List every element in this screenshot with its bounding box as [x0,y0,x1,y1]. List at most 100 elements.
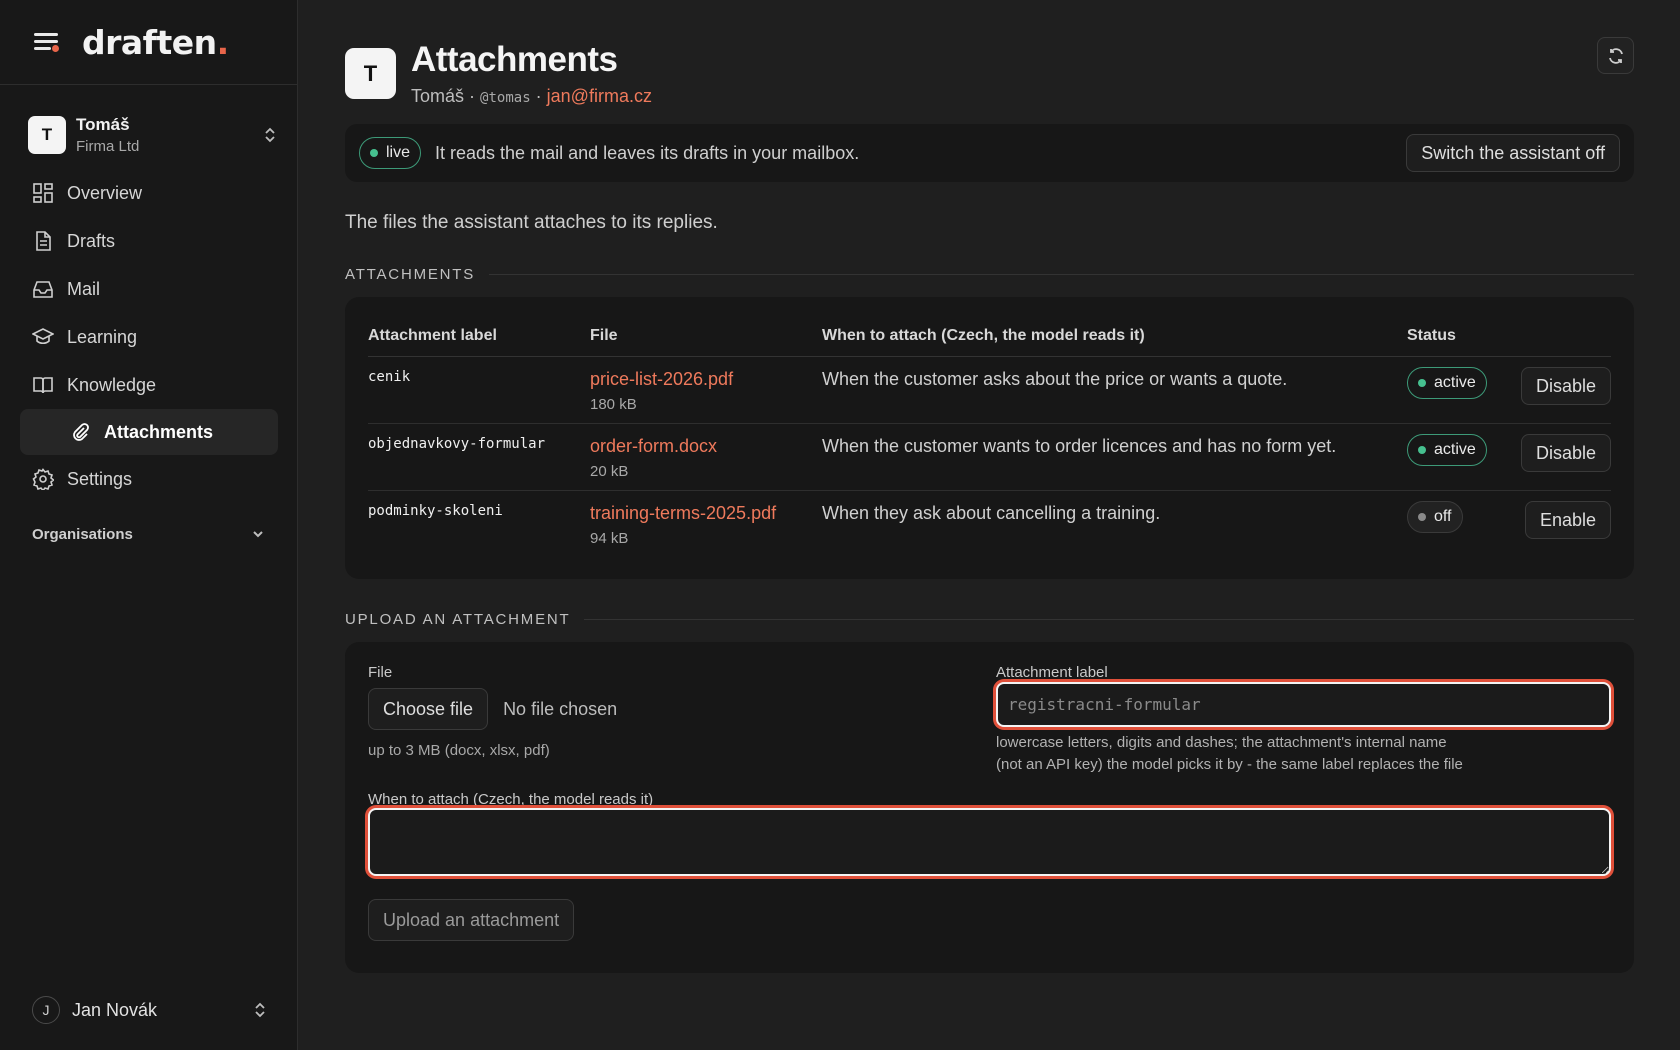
organisations-label: Organisations [32,525,133,543]
organisations-toggle[interactable]: Organisations [0,509,297,559]
grid-icon [33,183,53,203]
table-header-row: Attachment label File When to attach (Cz… [368,319,1611,357]
sidebar-item-learning[interactable]: Learning [0,313,297,361]
switch-assistant-off-button[interactable]: Switch the assistant off [1406,134,1620,172]
user-avatar: J [32,996,60,1024]
enable-button[interactable]: Enable [1524,501,1611,539]
sidebar-item-settings[interactable]: Settings [0,455,297,503]
attachment-label: podminky-skoleni [368,503,503,519]
menu-icon[interactable] [32,31,60,53]
choose-file-button[interactable]: Choose file [368,688,489,730]
meta-email-link[interactable]: jan@firma.cz [547,86,652,106]
status-dot-icon [1418,379,1426,387]
book-icon [33,377,53,394]
upload-attachment-button[interactable]: Upload an attachment [368,899,575,941]
upload-card: File Choose file No file chosen up to 3 … [345,642,1634,973]
when-to-attach: When they ask about cancelling a trainin… [822,503,1161,523]
assistant-status-bar: live It reads the mail and leaves its dr… [345,124,1634,182]
sidebar-item-label: Drafts [67,230,116,251]
org-avatar: T [28,116,66,154]
main-content: T Attachments Tomáš · @tomas · jan@firma… [345,0,1634,973]
sidebar-item-label: Learning [67,326,138,347]
sidebar-item-drafts[interactable]: Drafts [0,217,297,265]
sidebar-item-label: Attachments [104,421,214,442]
sidebar-item-label: Settings [67,468,133,489]
inbox-icon [33,281,53,298]
when-to-attach: When the customer asks about the price o… [822,356,1407,424]
live-badge: live [359,137,422,169]
org-name: Tomáš [76,115,130,134]
meta-name: Tomáš [411,86,465,106]
attachments-table: Attachment label File When to attach (Cz… [368,319,1611,557]
file-hint: up to 3 MB (docx, xlsx, pdf) [368,742,550,759]
column-header: File [590,319,822,357]
chevron-updown-icon [255,1002,265,1018]
refresh-icon [1608,47,1623,64]
file-link[interactable]: price-list-2026.pdf [590,367,822,390]
sidebar-item-mail[interactable]: Mail [0,265,297,313]
status-badge: off [1407,501,1463,533]
sidebar-item-attachments[interactable]: Attachments [20,409,278,455]
meta-separator: · [469,86,476,106]
table-row: cenik price-list-2026.pdf 180 kB When th… [368,356,1611,424]
column-header: Attachment label [368,319,590,357]
graduation-cap-icon [32,328,54,345]
status-dot-icon [1418,513,1426,521]
org-switcher[interactable]: T Tomáš Firma Ltd [28,115,277,155]
when-to-attach-textarea[interactable] [368,808,1611,876]
file-size: 94 kB [590,530,629,547]
attachments-table-card: Attachment label File When to attach (Cz… [345,297,1634,579]
intro-text: The files the assistant attaches to its … [345,212,718,233]
disable-button[interactable]: Disable [1520,367,1611,405]
page-meta: Tomáš · @tomas · jan@firma.cz [411,86,1597,107]
column-header [1497,319,1611,357]
page-header: T Attachments Tomáš · @tomas · jan@firma… [345,37,1634,124]
file-field-label: File [368,664,393,681]
sidebar-item-label: Overview [67,182,143,203]
when-to-attach: When the customer wants to order licence… [822,423,1407,491]
status-dot-icon [1418,446,1426,454]
meta-separator: · [535,86,542,106]
live-description: It reads the mail and leaves its drafts … [435,142,860,163]
label-hint: lowercase letters, digits and dashes; th… [996,734,1463,773]
no-file-text: No file chosen [503,698,618,719]
file-size: 180 kB [590,396,637,413]
refresh-button[interactable] [1597,37,1634,74]
attachment-label-input[interactable] [996,682,1611,727]
chevron-down-icon [253,531,263,538]
user-switcher[interactable]: J Jan Novák [32,996,267,1024]
page-title: Attachments [411,40,618,79]
document-icon [36,231,51,251]
user-name: Jan Novák [72,999,158,1020]
org-sub: Firma Ltd [76,138,140,155]
file-link[interactable]: training-terms-2025.pdf [590,501,822,524]
attachments-section-header: ATTACHMENTS [345,266,1634,283]
table-row: podminky-skoleni training-terms-2025.pdf… [368,491,1611,558]
page-avatar: T [345,48,396,99]
sidebar-nav: Overview Drafts Mail Learning Knowledge … [0,169,297,559]
sidebar-item-label: Mail [67,278,101,299]
upload-section-header: UPLOAD AN ATTACHMENT [345,611,1634,628]
file-size: 20 kB [590,463,629,480]
sidebar-item-label: Knowledge [67,374,157,395]
paperclip-icon [73,423,89,441]
disable-button[interactable]: Disable [1520,434,1611,472]
meta-handle: @tomas [480,90,531,106]
file-link[interactable]: order-form.docx [590,434,822,457]
attachment-label-field-label: Attachment label [996,664,1108,681]
status-badge: active [1407,434,1487,466]
attachment-label: cenik [368,356,590,424]
sidebar-item-knowledge[interactable]: Knowledge [0,361,297,409]
status-dot-icon [370,149,378,157]
when-to-attach-field-label: When to attach (Czech, the model reads i… [368,791,654,808]
sidebar: draften. T Tomáš Firma Ltd Overview Draf… [0,0,298,1050]
gear-icon [32,468,54,490]
status-badge: active [1407,367,1487,399]
chevron-updown-icon [265,127,275,143]
sidebar-item-overview[interactable]: Overview [0,169,297,217]
logo[interactable]: draften. [82,23,229,62]
attachment-label: objednavkovy-formular [368,423,590,491]
column-header: When to attach (Czech, the model reads i… [822,319,1407,357]
brand-bar: draften. [0,0,297,85]
table-row: objednavkovy-formular order-form.docx 20… [368,423,1611,491]
